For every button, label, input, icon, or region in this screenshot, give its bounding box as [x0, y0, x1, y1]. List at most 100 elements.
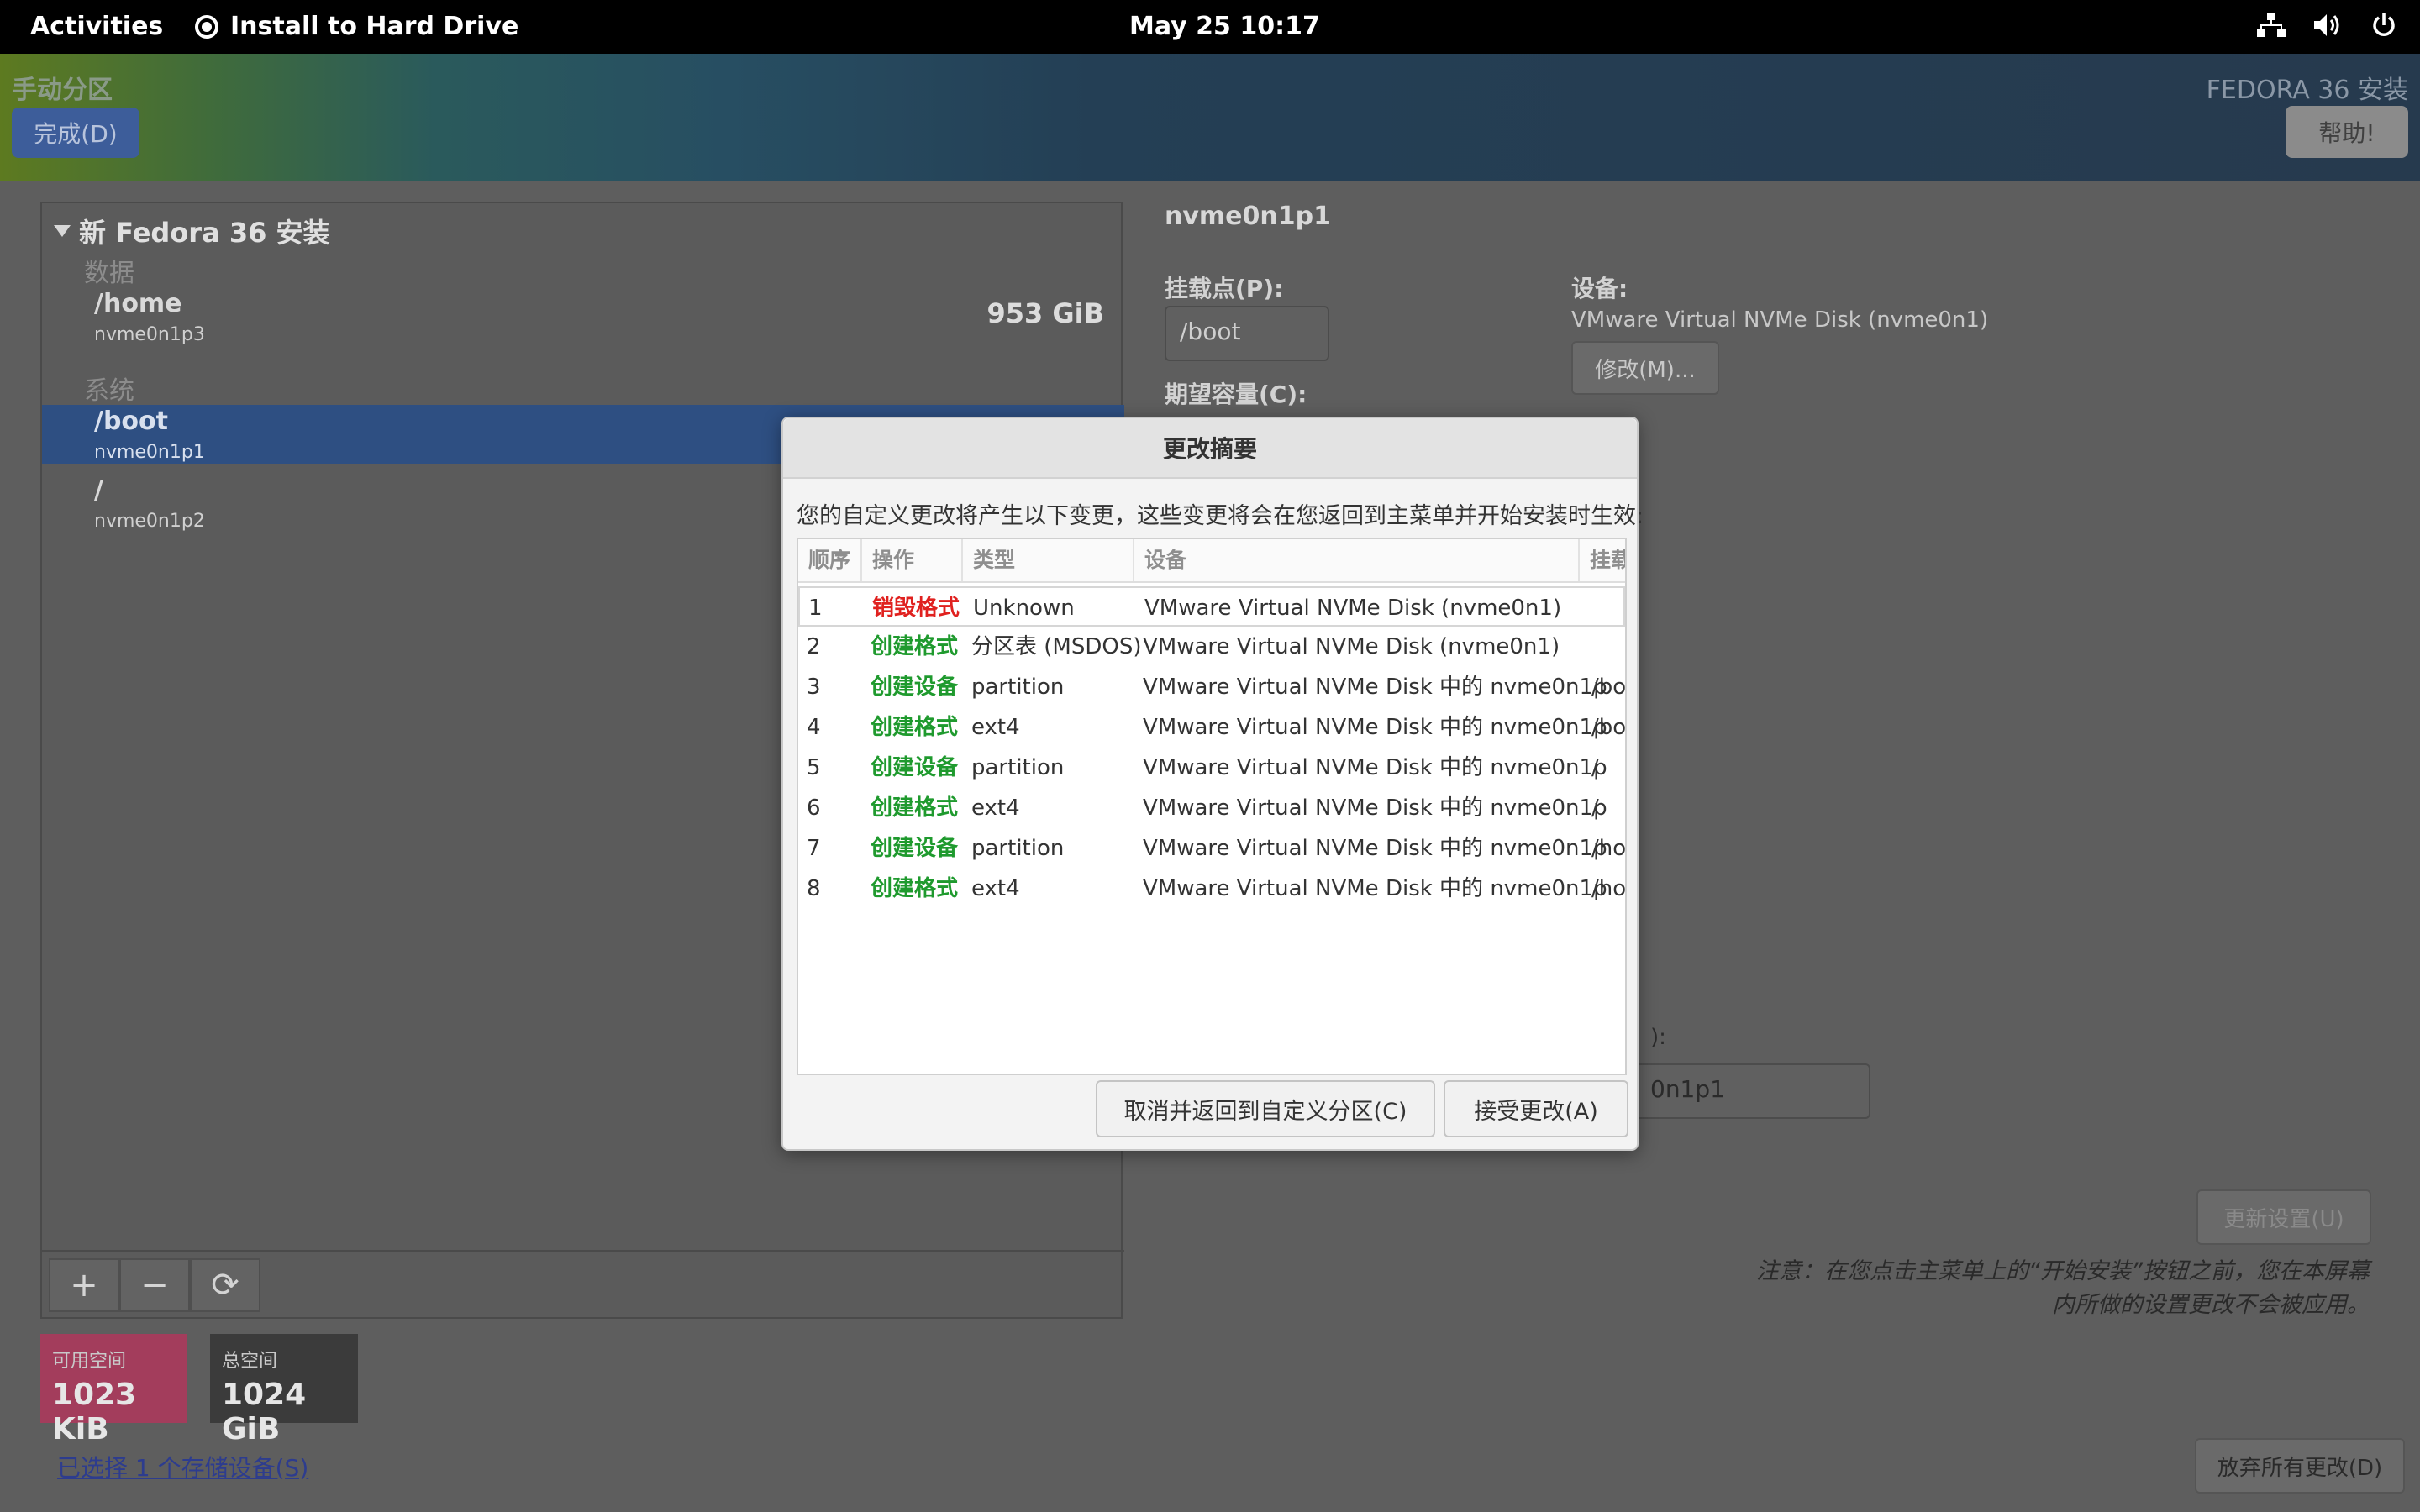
cell-mount: /bo [1591, 715, 1627, 740]
update-settings-button[interactable]: 更新设置(U) [2196, 1189, 2371, 1245]
cell-order: 5 [807, 755, 821, 780]
cell-mount: /ho [1591, 876, 1627, 901]
modify-device-button[interactable]: 修改(M)... [1571, 341, 1719, 395]
cell-mount: / [1591, 795, 1599, 821]
cell-order: 3 [807, 675, 821, 700]
dialog-title: 更改摘要 [783, 418, 1637, 479]
cell-mount: / [1591, 755, 1599, 780]
available-space-value: 1023 KiB [52, 1378, 137, 1446]
discard-all-changes-button[interactable]: 放弃所有更改(D) [2195, 1438, 2405, 1494]
plus-icon: + [70, 1266, 98, 1305]
expander-triangle-icon [54, 225, 71, 237]
name-label: ): [1650, 1025, 1666, 1050]
product-title: FEDORA 36 安装 [2206, 76, 2408, 105]
column-header-type[interactable]: 类型 [963, 539, 1134, 581]
cell-order: 1 [808, 596, 823, 621]
available-space-label: 可用空间 [52, 1351, 127, 1372]
name-field[interactable]: 0n1p1 [1635, 1063, 1870, 1119]
table-row[interactable]: 4 创建格式 ext4 VMware Virtual NVMe Disk 中的 nvm… [798, 707, 1625, 748]
volume-icon [2314, 14, 2339, 36]
table-row[interactable]: 2 创建格式 分区表 (MSDOS) VMware Virtual NVMe Disk… [798, 627, 1625, 667]
cell-type: partition [971, 675, 1065, 700]
cell-action: 创建设备 [871, 675, 959, 700]
mount-row-home[interactable]: /home nvme0n1p3 953 GiB [42, 287, 1124, 346]
table-row[interactable]: 6 创建格式 ext4 VMware Virtual NVMe Disk 中的 nvm… [798, 788, 1625, 828]
mount-point: / [94, 475, 103, 505]
table-row[interactable]: 8 创建格式 ext4 VMware Virtual NVMe Disk 中的 nvm… [798, 869, 1625, 909]
clock[interactable]: May 25 10:17 [1129, 12, 1320, 41]
table-header: 顺序 操作 类型 设备 挂载 [798, 539, 1625, 583]
cell-action: 创建格式 [871, 715, 959, 740]
cell-action: 创建格式 [871, 795, 959, 821]
storage-devices-link[interactable]: 已选择 1 个存储设备(S) [57, 1450, 308, 1483]
cell-device: VMware Virtual NVMe Disk 中的 nvme0n1p2 [1143, 795, 1607, 821]
cell-mount: /ho [1591, 836, 1627, 861]
cell-type: 分区表 (MSDOS) [971, 634, 1142, 659]
cell-action: 创建格式 [871, 634, 959, 659]
column-header-action[interactable]: 操作 [862, 539, 963, 581]
changes-table: 顺序 操作 类型 设备 挂载 1 销毁格式 Unknown VMware Virtua… [797, 538, 1627, 1075]
section-label-data: 数据 [84, 259, 134, 288]
cell-action: 创建格式 [871, 876, 959, 901]
power-icon [2373, 13, 2395, 36]
table-row[interactable]: 7 创建设备 partition VMware Virtual NVMe Disk 中… [798, 828, 1625, 869]
device-label: 设备: [1571, 275, 1628, 302]
cell-type: Unknown [973, 596, 1075, 621]
cell-device: VMware Virtual NVMe Disk 中的 nvme0n1p1 [1143, 715, 1607, 740]
cell-device: VMware Virtual NVMe Disk (nvme0n1) [1143, 634, 1560, 659]
total-space-label: 总空间 [222, 1351, 278, 1372]
cell-device: VMware Virtual NVMe Disk (nvme0n1) [1144, 596, 1562, 621]
activities-button[interactable]: Activities [30, 12, 163, 41]
app-menu[interactable]: Install to Hard Drive [195, 12, 518, 41]
device-value: VMware Virtual NVMe Disk (nvme0n1) [1571, 307, 1989, 333]
mount-point-field[interactable]: /boot [1165, 306, 1329, 361]
accept-changes-button[interactable]: 接受更改(A) [1444, 1080, 1628, 1137]
total-space-value: 1024 GiB [222, 1378, 307, 1446]
mount-toolbar: + − ⟳ [42, 1250, 1124, 1319]
done-button[interactable]: 完成(D) [12, 108, 139, 158]
column-header-mount[interactable]: 挂载 [1580, 539, 1625, 581]
installer-icon [195, 14, 218, 39]
mount-device: nvme0n1p3 [94, 324, 205, 345]
installation-group-header[interactable]: 新 Fedora 36 安装 [54, 212, 330, 250]
cell-action: 创建设备 [871, 755, 959, 780]
table-row[interactable]: 5 创建设备 partition VMware Virtual NVMe Disk 中… [798, 748, 1625, 788]
cell-device: VMware Virtual NVMe Disk 中的 nvme0n1p2 [1143, 755, 1607, 780]
cell-type: ext4 [971, 795, 1020, 821]
mount-point: /boot [94, 407, 168, 436]
selected-partition-title: nvme0n1p1 [1165, 202, 1331, 231]
mount-device: nvme0n1p2 [94, 511, 205, 532]
refresh-button[interactable]: ⟳ [190, 1258, 260, 1312]
remove-mount-button[interactable]: − [119, 1258, 190, 1312]
help-button[interactable]: 帮助! [2286, 106, 2408, 158]
minus-icon: − [140, 1266, 169, 1305]
available-space-box: 可用空间 1023 KiB [40, 1334, 187, 1446]
cell-device: VMware Virtual NVMe Disk 中的 nvme0n1p3 [1143, 836, 1607, 861]
table-row[interactable]: 3 创建设备 partition VMware Virtual NVMe Disk 中… [798, 667, 1625, 707]
cell-mount: /bo [1591, 675, 1627, 700]
column-header-device[interactable]: 设备 [1134, 539, 1580, 581]
cell-device: VMware Virtual NVMe Disk 中的 nvme0n1p1 [1143, 675, 1607, 700]
mount-size: 953 GiB [986, 297, 1104, 329]
cell-action: 销毁格式 [872, 596, 960, 621]
mount-point: /home [94, 289, 182, 318]
column-header-order[interactable]: 顺序 [798, 539, 862, 581]
cancel-return-button[interactable]: 取消并返回到自定义分区(C) [1096, 1080, 1435, 1137]
cell-type: ext4 [971, 876, 1020, 901]
cell-type: ext4 [971, 715, 1020, 740]
settings-note: 注意：在您点击主菜单上的“开始安装”按钮之前，您在本屏幕内所做的设置更改不会被应… [1756, 1258, 2370, 1318]
cell-type: partition [971, 836, 1065, 861]
cell-order: 2 [807, 634, 821, 659]
table-row[interactable]: 1 销毁格式 Unknown VMware Virtual NVMe Disk (nv… [798, 586, 1625, 627]
network-icon [2257, 13, 2286, 37]
installation-group-title: 新 Fedora 36 安装 [79, 217, 330, 249]
summary-of-changes-dialog: 更改摘要 您的自定义更改将产生以下变更，这些变更将会在您返回到主菜单并开始安装时… [781, 417, 1644, 1151]
refresh-icon: ⟳ [211, 1266, 239, 1305]
add-mount-button[interactable]: + [49, 1258, 119, 1312]
top-bar: Activities Install to Hard Drive May 25 … [0, 0, 2420, 54]
cell-order: 8 [807, 876, 821, 901]
page-title: 手动分区 [12, 76, 113, 105]
cell-order: 7 [807, 836, 821, 861]
system-tray[interactable] [2257, 12, 2396, 39]
mount-point-label: 挂载点(P): [1165, 275, 1284, 302]
